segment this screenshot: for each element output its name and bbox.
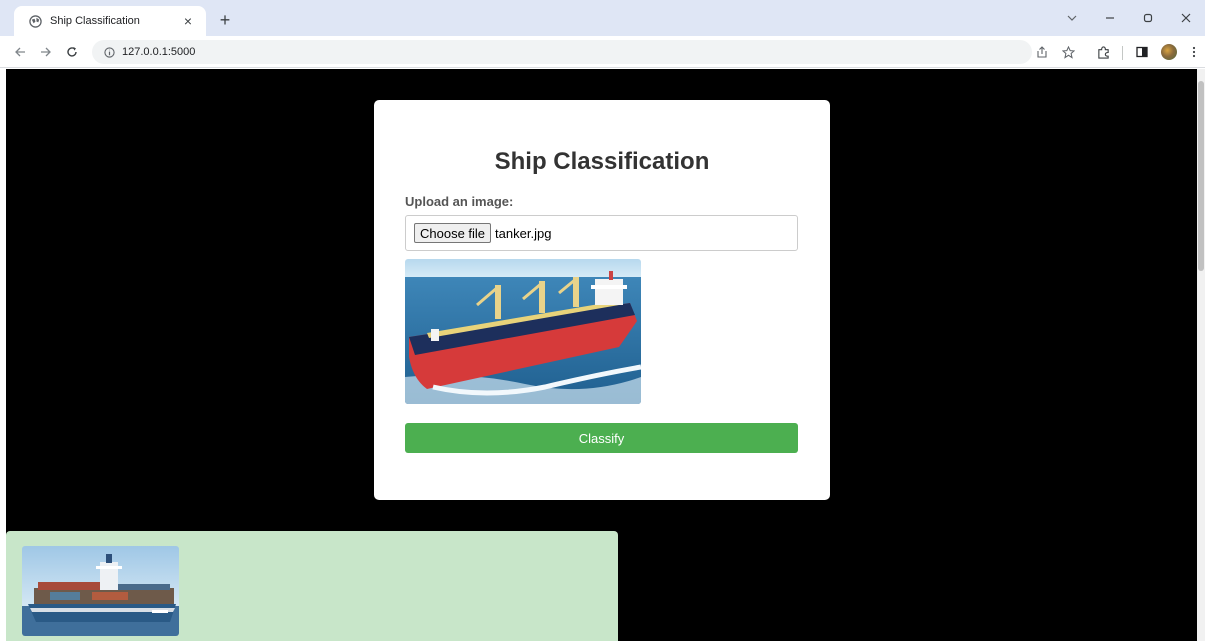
window-controls [1053,0,1205,36]
browser-tab-strip: Ship Classification × + [0,0,1205,36]
page-title: Ship Classification [494,148,710,175]
window-close-icon[interactable] [1167,0,1205,36]
minimize-icon[interactable] [1091,0,1129,36]
classify-button[interactable]: Classify [405,423,798,453]
back-icon[interactable] [10,42,30,62]
share-icon[interactable] [1032,42,1052,62]
file-input[interactable]: Choose file tanker.jpg [405,215,798,251]
side-panel-icon[interactable] [1132,42,1152,62]
choose-file-button[interactable]: Choose file [414,223,492,243]
upload-label: Upload an image: [405,194,514,209]
plus-icon[interactable]: + [214,9,236,31]
selected-file-name: tanker.jpg [495,225,552,241]
restore-icon[interactable] [1129,0,1167,36]
result-panel [6,531,618,641]
star-icon[interactable] [1058,42,1078,62]
globe-icon [28,14,42,28]
toolbar-divider [1122,46,1123,60]
page-scrollbar[interactable] [1197,69,1205,641]
browser-toolbar: 127.0.0.1:5000 [0,36,1205,68]
menu-icon[interactable] [1184,42,1204,62]
reload-icon[interactable] [62,42,82,62]
profile-avatar[interactable] [1161,44,1177,60]
chevron-down-icon[interactable] [1053,0,1091,36]
scrollbar-thumb[interactable] [1198,81,1204,271]
browser-tab[interactable]: Ship Classification × [14,6,206,36]
close-icon[interactable]: × [178,11,198,31]
extensions-icon[interactable] [1093,42,1113,62]
forward-icon[interactable] [36,42,56,62]
image-preview [405,259,641,404]
address-bar[interactable]: 127.0.0.1:5000 [92,40,1032,64]
page-viewport: Ship Classification Upload an image: Cho… [6,69,1197,641]
tab-title: Ship Classification [50,15,140,27]
result-image [22,546,179,636]
url-text: 127.0.0.1:5000 [122,46,196,58]
upload-card: Ship Classification Upload an image: Cho… [374,100,830,500]
info-icon[interactable] [102,45,116,59]
